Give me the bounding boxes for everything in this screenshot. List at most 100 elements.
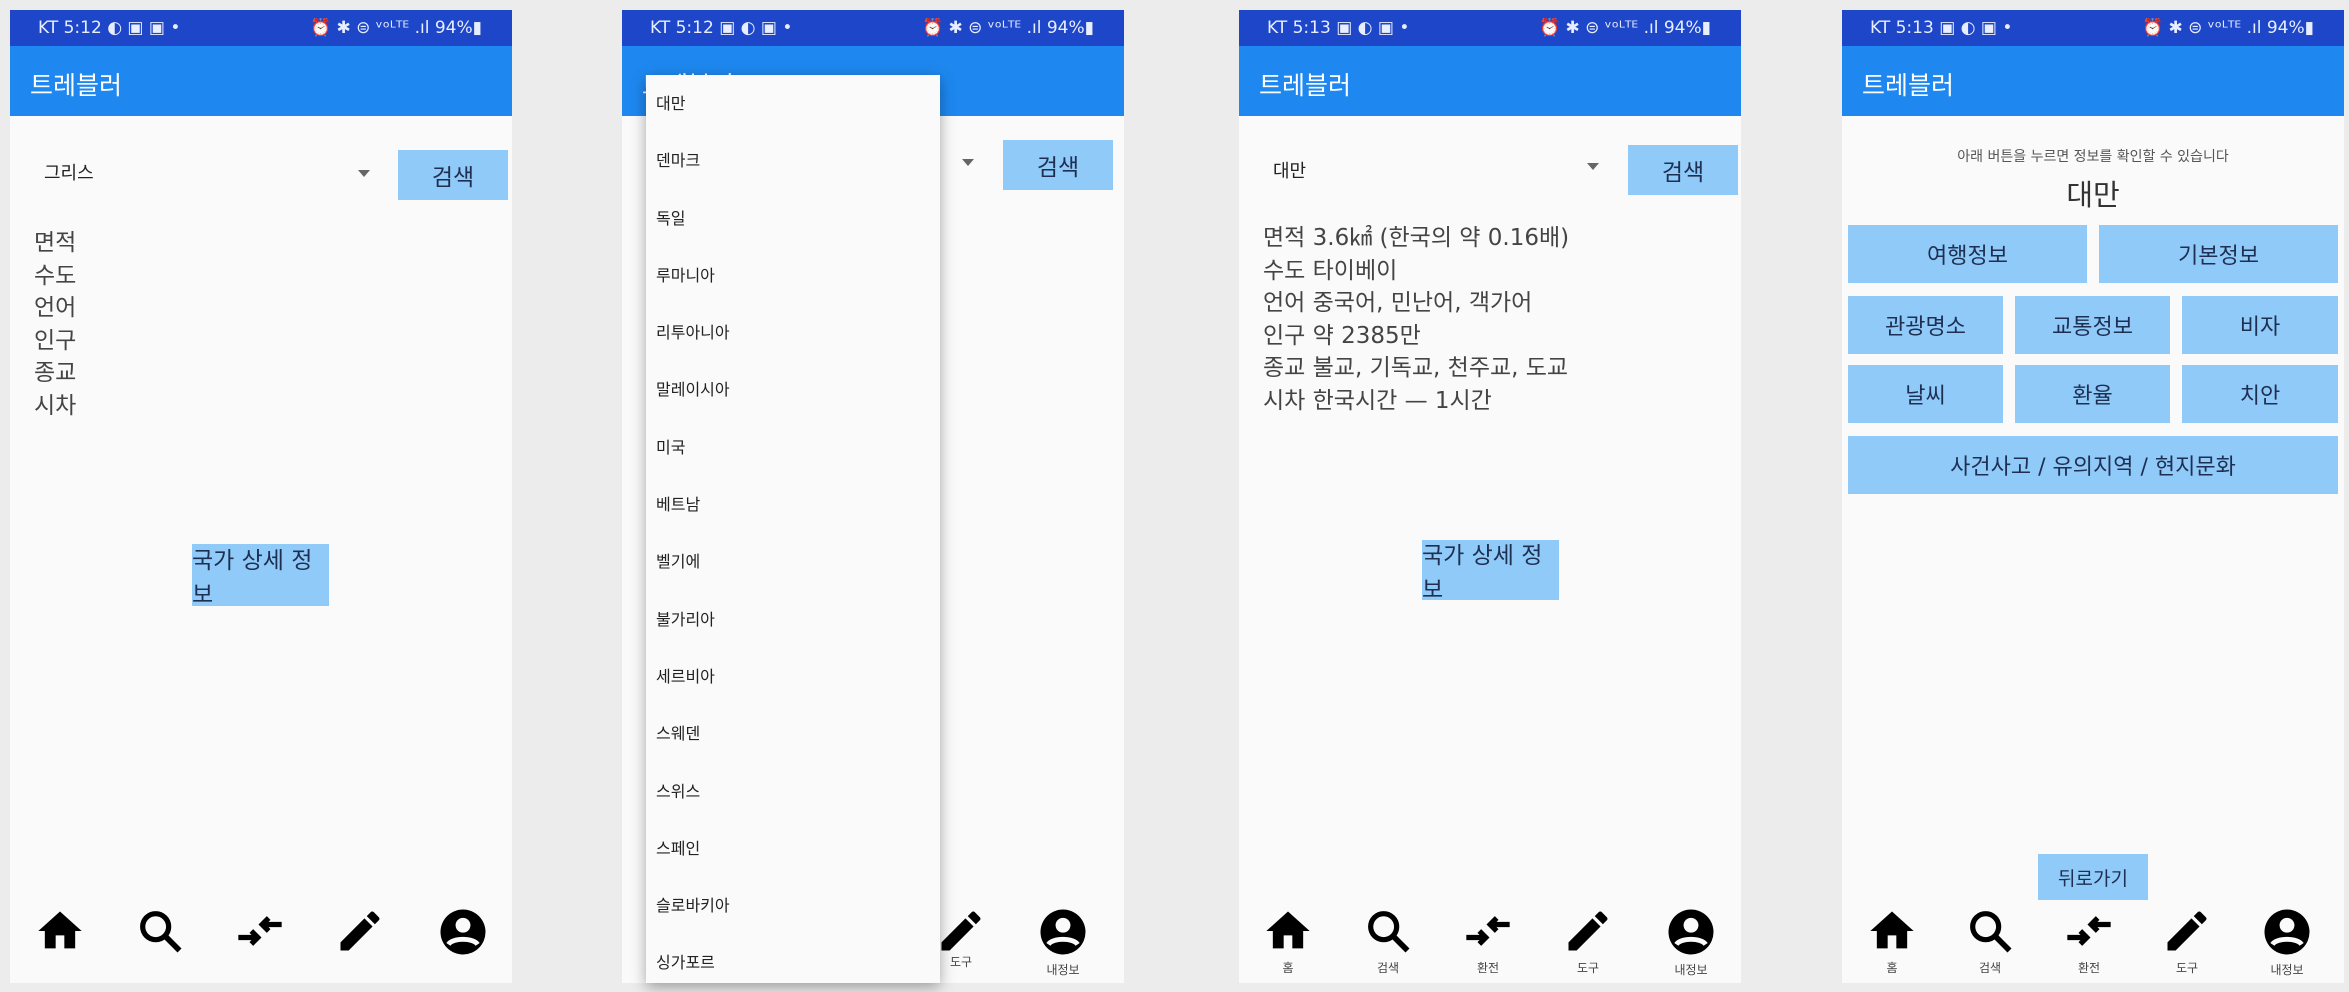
- account-icon: [440, 909, 486, 955]
- chevron-down-icon[interactable]: [358, 170, 370, 177]
- pencil-icon: [1568, 911, 1608, 951]
- app-title: 트레블러: [30, 71, 123, 100]
- status-right: ⏰ ✱ ⊜ ᵛᵒᴸᵀᴱ .ıl 94%▮: [309, 18, 482, 38]
- nav-home[interactable]: [25, 905, 95, 957]
- dropdown-item[interactable]: 리투아니아: [646, 304, 940, 361]
- transport-button[interactable]: 교통정보: [2015, 296, 2170, 354]
- nav-label-search: 검색: [1978, 961, 2002, 975]
- country-spinner[interactable]: 그리스: [44, 159, 384, 195]
- dropdown-item[interactable]: 덴마크: [646, 132, 940, 189]
- nav-profile[interactable]: 내정보: [1028, 905, 1098, 978]
- nav-label-profile: 내정보: [2270, 963, 2304, 977]
- info-labels: 면적 수도 언어 인구 종교 시차: [34, 227, 76, 422]
- status-left: KT 5:12 ◐ ▣ ▣ •: [38, 18, 181, 38]
- info-rows: 면적 3.6㎢ (한국의 약 0.16배) 수도 타이베이 언어 중국어, 민난…: [1263, 222, 1569, 417]
- nav-profile[interactable]: [428, 905, 498, 959]
- dropdown-item[interactable]: 슬로바키아: [646, 877, 940, 934]
- travel-info-button[interactable]: 여행정보: [1848, 225, 2087, 283]
- home-icon: [38, 911, 82, 949]
- basic-info-button[interactable]: 기본정보: [2099, 225, 2338, 283]
- attractions-button[interactable]: 관광명소: [1848, 296, 2003, 354]
- country-detail-button[interactable]: 국가 상세 정보: [192, 544, 329, 608]
- nav-home[interactable]: 홈: [1857, 905, 1927, 976]
- dropdown-item[interactable]: 스위스: [646, 763, 940, 820]
- back-button[interactable]: 뒤로가기: [2038, 854, 2148, 900]
- account-icon: [1668, 909, 1714, 955]
- nav-label-home: 홈: [1282, 961, 1294, 975]
- country-spinner[interactable]: 대만: [1273, 157, 1613, 193]
- bottom-nav: [10, 905, 512, 983]
- nav-tools[interactable]: 도구: [1553, 905, 1623, 976]
- dropdown-item[interactable]: 싱가포르: [646, 934, 940, 991]
- chevron-down-icon[interactable]: [962, 159, 974, 166]
- pencil-icon: [2167, 911, 2207, 951]
- nav-search[interactable]: 검색: [1353, 905, 1423, 976]
- search-button[interactable]: 검색: [1003, 140, 1113, 190]
- incidents-button[interactable]: 사건사고 / 유의지역 / 현지문화: [1848, 436, 2338, 494]
- dropdown-item[interactable]: 벨기에: [646, 533, 940, 590]
- dropdown-item[interactable]: 미국: [646, 419, 940, 476]
- selected-country: 대만: [1273, 161, 1307, 182]
- nav-label-profile: 내정보: [1046, 963, 1080, 977]
- search-button[interactable]: 검색: [1628, 145, 1738, 195]
- dropdown-item[interactable]: 대만: [646, 75, 940, 132]
- phone-screen-1: KT 5:12 ◐ ▣ ▣ • ⏰ ✱ ⊜ ᵛᵒᴸᵀᴱ .ıl 94%▮ 트레블…: [10, 10, 512, 983]
- nav-exchange[interactable]: 환전: [1453, 905, 1523, 976]
- country-title: 대만: [2066, 178, 2120, 212]
- dropdown-item[interactable]: 베트남: [646, 476, 940, 533]
- home-icon: [1870, 911, 1914, 949]
- dropdown-item[interactable]: 스웨덴: [646, 705, 940, 762]
- visa-button[interactable]: 비자: [2182, 296, 2338, 354]
- dropdown-item[interactable]: 스페인: [646, 820, 940, 877]
- status-bar: KT 5:13 ▣ ◐ ▣ • ⏰ ✱ ⊜ ᵛᵒᴸᵀᴱ .ıl 94%▮: [1239, 10, 1741, 46]
- pencil-icon: [941, 911, 981, 951]
- search-button[interactable]: 검색: [398, 150, 508, 200]
- search-icon: [140, 911, 182, 953]
- app-title: 트레블러: [1259, 71, 1352, 100]
- country-detail-button[interactable]: 국가 상세 정보: [1422, 540, 1559, 603]
- nav-label-profile: 내정보: [1674, 963, 1708, 977]
- nav-tools[interactable]: 도구: [2152, 905, 2222, 976]
- search-icon: [1970, 911, 2012, 953]
- dropdown-item[interactable]: 독일: [646, 190, 940, 247]
- status-right: ⏰ ✱ ⊜ ᵛᵒᴸᵀᴱ .ıl 94%▮: [1538, 18, 1711, 38]
- weather-button[interactable]: 날씨: [1848, 365, 2003, 423]
- row-capital: 수도 타이베이: [1263, 257, 1398, 284]
- nav-exchange[interactable]: [225, 905, 295, 957]
- nav-profile[interactable]: 내정보: [2252, 905, 2322, 978]
- nav-profile[interactable]: 내정보: [1656, 905, 1726, 978]
- label-capital: 수도: [34, 262, 77, 289]
- status-right: ⏰ ✱ ⊜ ᵛᵒᴸᵀᴱ .ıl 94%▮: [2141, 18, 2314, 38]
- app-bar: 트레블러: [1842, 46, 2344, 116]
- nav-tools[interactable]: [325, 905, 395, 957]
- selected-country: 그리스: [44, 163, 94, 184]
- status-right: ⏰ ✱ ⊜ ᵛᵒᴸᵀᴱ .ıl 94%▮: [921, 18, 1094, 38]
- status-bar: KT 5:13 ▣ ◐ ▣ • ⏰ ✱ ⊜ ᵛᵒᴸᵀᴱ .ıl 94%▮: [1842, 10, 2344, 46]
- nav-exchange[interactable]: 환전: [2054, 905, 2124, 976]
- nav-home[interactable]: 홈: [1253, 905, 1323, 976]
- app-bar: 트레블러: [10, 46, 512, 116]
- label-timediff: 시차: [34, 392, 77, 419]
- exchange-rate-button[interactable]: 환율: [2015, 365, 2170, 423]
- chevron-down-icon[interactable]: [1587, 163, 1599, 170]
- app-bar: 트레블러: [1239, 46, 1741, 116]
- phone-screen-3: KT 5:13 ▣ ◐ ▣ • ⏰ ✱ ⊜ ᵛᵒᴸᵀᴱ .ıl 94%▮ 트레블…: [1239, 10, 1741, 983]
- account-icon: [2264, 909, 2310, 955]
- home-icon: [1266, 911, 1310, 949]
- nav-search[interactable]: [125, 905, 195, 957]
- nav-search[interactable]: 검색: [1955, 905, 2025, 976]
- safety-button[interactable]: 치안: [2182, 365, 2338, 423]
- pencil-icon: [340, 911, 380, 951]
- dropdown-item[interactable]: 불가리아: [646, 591, 940, 648]
- search-icon: [1368, 911, 1410, 953]
- dropdown-item[interactable]: 루마니아: [646, 247, 940, 304]
- swap-arrows-icon: [1466, 916, 1510, 946]
- nav-label-tools: 도구: [2175, 961, 2199, 975]
- dropdown-item[interactable]: 말레이시아: [646, 361, 940, 418]
- dropdown-item[interactable]: 세르비아: [646, 648, 940, 705]
- row-religion: 종교 불교, 기독교, 천주교, 도교: [1263, 355, 1569, 381]
- label-religion: 종교: [34, 360, 77, 386]
- status-left: KT 5:13 ▣ ◐ ▣ •: [1870, 18, 2013, 38]
- bottom-nav: 홈 검색 환전 도구 내정보: [1842, 905, 2344, 983]
- status-bar: KT 5:12 ◐ ▣ ▣ • ⏰ ✱ ⊜ ᵛᵒᴸᵀᴱ .ıl 94%▮: [10, 10, 512, 46]
